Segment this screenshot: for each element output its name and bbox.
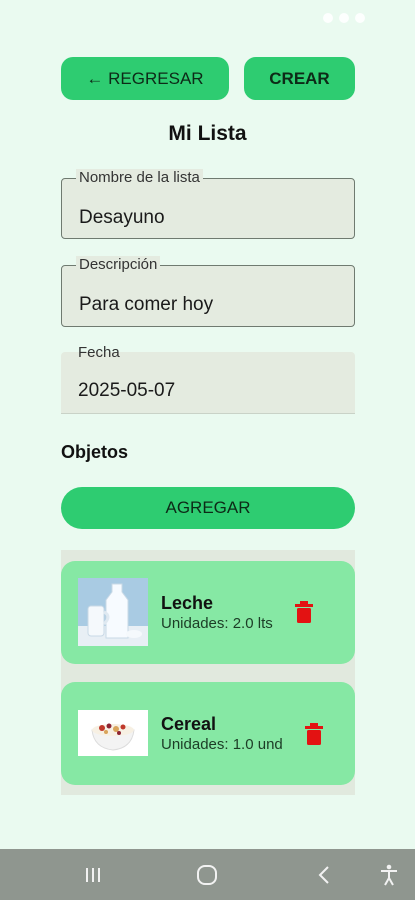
description-value[interactable]: Para comer hoy xyxy=(79,294,213,316)
notification-icon xyxy=(323,13,333,23)
system-nav-bar xyxy=(0,849,415,900)
back-icon[interactable] xyxy=(312,862,338,888)
home-icon[interactable] xyxy=(194,862,220,888)
description-field[interactable]: Descripción Para comer hoy xyxy=(61,256,355,327)
item-name: Leche xyxy=(161,593,214,613)
item-quantity: Unidades: 2.0 lts xyxy=(161,615,273,632)
create-button[interactable]: CREAR xyxy=(244,57,355,100)
list-name-field[interactable]: Nombre de la lista Desayuno xyxy=(61,169,355,239)
cereal-bowl-photo xyxy=(78,710,148,756)
item-quantity: Unidades: 1.0 und xyxy=(161,736,283,753)
delete-icon[interactable] xyxy=(295,601,313,623)
status-bar xyxy=(0,0,415,36)
description-label: Descripción xyxy=(76,256,161,273)
accessibility-icon[interactable] xyxy=(376,862,402,888)
date-field[interactable]: Fecha 2025-05-07 xyxy=(61,344,355,414)
date-value[interactable]: 2025-05-07 xyxy=(78,380,175,402)
status-icons xyxy=(323,13,365,23)
list-name-value[interactable]: Desayuno xyxy=(79,207,165,229)
battery-icon xyxy=(355,13,365,23)
list-item[interactable]: Cereal Unidades: 1.0 und xyxy=(61,682,355,785)
list-name-label: Nombre de la lista xyxy=(76,169,203,186)
signal-icon xyxy=(339,13,349,23)
objects-heading: Objetos xyxy=(61,442,129,462)
back-button[interactable]: ← REGRESAR xyxy=(61,57,229,100)
date-label: Fecha xyxy=(78,344,120,361)
recent-apps-icon[interactable] xyxy=(80,862,106,888)
list-item[interactable]: Leche Unidades: 2.0 lts xyxy=(61,561,355,664)
page-title: Mi Lista xyxy=(168,122,247,145)
milk-photo xyxy=(78,578,148,646)
item-name: Cereal xyxy=(161,714,217,734)
add-item-button[interactable]: AGREGAR xyxy=(61,487,355,529)
delete-icon[interactable] xyxy=(305,723,323,745)
